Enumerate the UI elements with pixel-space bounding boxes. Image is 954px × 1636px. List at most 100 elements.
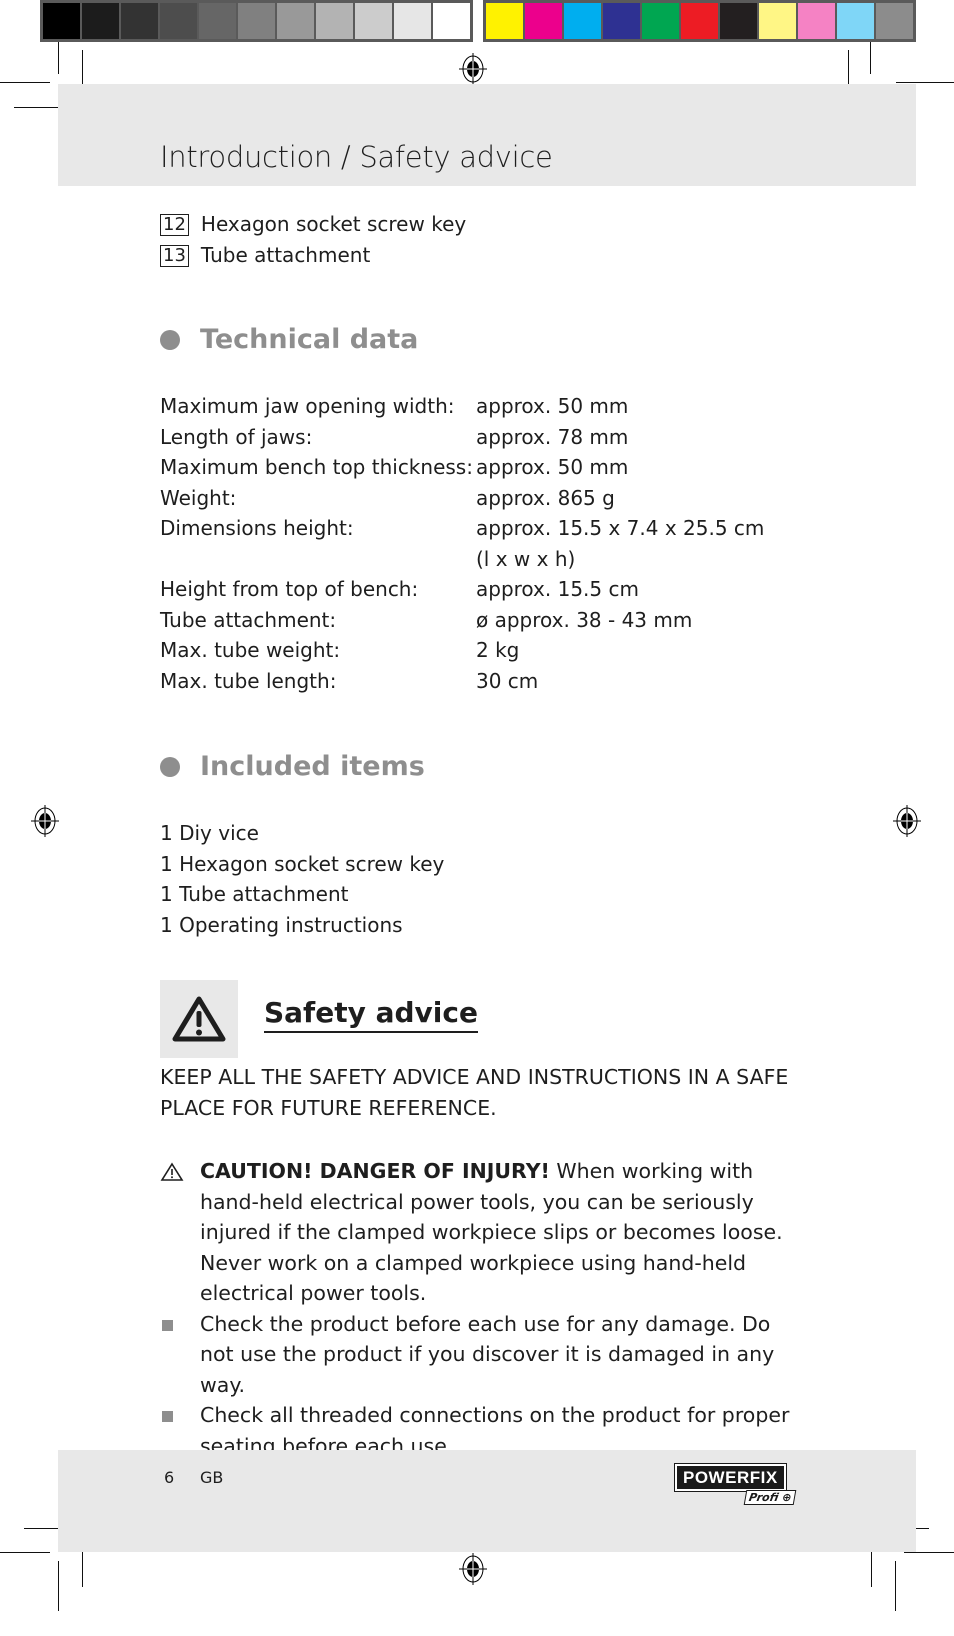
spec-row: (l x w x h)	[160, 544, 764, 575]
list-item: 1 Hexagon socket screw key	[160, 851, 445, 876]
spec-label: Maximum bench top thickness:	[160, 455, 473, 479]
registration-mark-icon	[459, 53, 487, 85]
safety-advice-heading: Safety advice	[264, 996, 478, 1033]
safety-bullet-item: Check the product before each use for an…	[160, 1309, 810, 1401]
color-swatch	[121, 3, 158, 39]
color-calibration-bar	[483, 0, 916, 42]
spec-label: Length of jaws:	[160, 424, 313, 449]
warning-triangle-icon	[172, 996, 226, 1042]
spec-row: Dimensions height: approx. 15.5 x 7.4 x 2…	[160, 513, 764, 544]
color-swatch	[798, 3, 835, 39]
crop-mark	[0, 82, 50, 83]
spec-row: Max. tube length: 30 cm	[160, 666, 764, 697]
crop-mark	[896, 82, 954, 83]
color-swatch	[642, 3, 679, 39]
color-swatch	[720, 3, 757, 39]
small-warning-icon	[160, 1156, 200, 1309]
spec-label	[160, 544, 476, 575]
color-swatch	[43, 3, 80, 39]
section-title: Included items	[200, 751, 425, 782]
crop-mark	[58, 42, 59, 74]
color-swatch	[277, 3, 314, 39]
color-swatch	[759, 3, 796, 39]
list-item: 1 Diy vice	[160, 821, 259, 845]
spec-value: approx. 865 g	[476, 485, 615, 510]
spec-value: ø approx. 38 - 43 mm	[476, 607, 693, 632]
color-swatch	[837, 3, 874, 39]
color-swatch	[394, 3, 431, 39]
caution-text: CAUTION! DANGER OF INJURY! When working …	[200, 1156, 810, 1309]
spec-row: Maximum jaw opening width: approx. 50 mm	[160, 391, 764, 422]
spec-label: Height from top of bench:	[160, 577, 419, 601]
spec-value: approx. 50 mm	[476, 394, 629, 418]
spec-label: Max. tube length:	[160, 668, 337, 693]
brand-name: POWERFIX	[674, 1463, 787, 1492]
color-swatch	[433, 3, 470, 39]
color-swatch	[525, 3, 562, 39]
crop-mark	[895, 1561, 896, 1611]
registration-mark-icon	[31, 805, 59, 837]
spec-row: Maximum bench top thickness: approx. 50 m…	[160, 452, 764, 483]
part-label: Tube attachment	[200, 243, 371, 267]
color-swatch	[238, 3, 275, 39]
spec-row: Length of jaws: approx. 78 mm	[160, 422, 764, 453]
registration-mark-icon	[893, 805, 921, 837]
registration-mark-icon	[459, 1553, 487, 1585]
caution-item: CAUTION! DANGER OF INJURY! When working …	[160, 1156, 810, 1309]
part-item: 13 Tube attachment	[160, 240, 466, 271]
color-swatch	[564, 3, 601, 39]
caution-label: CAUTION! DANGER OF INJURY!	[200, 1159, 550, 1183]
spec-value: (l x w x h)	[476, 546, 576, 571]
color-swatch	[486, 3, 523, 39]
spec-row: Weight: approx. 865 g	[160, 483, 764, 514]
brand-sub: Profi ⊕	[743, 1490, 797, 1505]
technical-data-heading: Technical data	[160, 324, 418, 355]
spec-row: Max. tube weight: 2 kg	[160, 635, 764, 666]
color-swatch	[355, 3, 392, 39]
warning-box	[160, 980, 238, 1058]
spec-value: 2 kg	[476, 638, 520, 662]
spec-value: approx. 15.5 cm	[476, 577, 639, 601]
bullet-dot-icon	[160, 329, 180, 350]
technical-data-table: Maximum jaw opening width: approx. 50 mm …	[160, 391, 764, 696]
parts-list: 12 Hexagon socket screw key 13 Tube attach…	[160, 209, 466, 271]
keep-instructions-notice: KEEP ALL THE SAFETY ADVICE AND INSTRUCTI…	[160, 1065, 789, 1120]
spec-label: Tube attachment:	[160, 607, 337, 632]
color-swatch	[876, 3, 913, 39]
part-number: 12	[160, 213, 189, 236]
square-bullet-icon	[162, 1411, 173, 1422]
grayscale-calibration-bar	[40, 0, 473, 42]
spec-value: 30 cm	[476, 668, 539, 693]
color-swatch	[603, 3, 640, 39]
spec-label: Dimensions height:	[160, 516, 354, 540]
part-label: Hexagon socket screw key	[200, 212, 467, 236]
included-items-heading: Included items	[160, 751, 425, 782]
safety-list: CAUTION! DANGER OF INJURY! When working …	[160, 1156, 810, 1461]
list-item: 1 Operating instructions	[160, 912, 403, 937]
spec-value: approx. 78 mm	[476, 424, 629, 449]
part-item: 12 Hexagon socket screw key	[160, 209, 466, 240]
color-swatch	[160, 3, 197, 39]
bullet-text: Check the product before each use for an…	[200, 1311, 775, 1397]
spec-row: Height from top of bench: approx. 15.5 cm	[160, 574, 764, 605]
color-swatch	[681, 3, 718, 39]
crop-mark	[58, 1561, 59, 1611]
spec-label: Weight:	[160, 485, 237, 510]
color-swatch	[316, 3, 353, 39]
color-swatch	[82, 3, 119, 39]
spec-row: Tube attachment: ø approx. 38 - 43 mm	[160, 605, 764, 636]
color-swatch	[199, 3, 236, 39]
powerfix-logo: POWERFIX Profi ⊕	[674, 1463, 797, 1505]
crop-mark	[904, 1552, 954, 1553]
included-items-list: 1 Diy vice 1 Hexagon socket screw key 1 …	[160, 818, 444, 940]
list-item: 1 Tube attachment	[160, 882, 349, 906]
square-bullet-icon	[162, 1319, 173, 1331]
spec-value: approx. 15.5 x 7.4 x 25.5 cm	[476, 516, 765, 540]
spec-value: approx. 50 mm	[476, 455, 629, 479]
page-title: Introduction / Safety advice	[160, 140, 553, 174]
crop-mark	[870, 42, 871, 74]
page-number: 6	[164, 1468, 175, 1487]
bullet-dot-icon	[160, 756, 180, 777]
spec-label: Max. tube weight:	[160, 638, 341, 662]
section-title: Technical data	[200, 324, 419, 355]
